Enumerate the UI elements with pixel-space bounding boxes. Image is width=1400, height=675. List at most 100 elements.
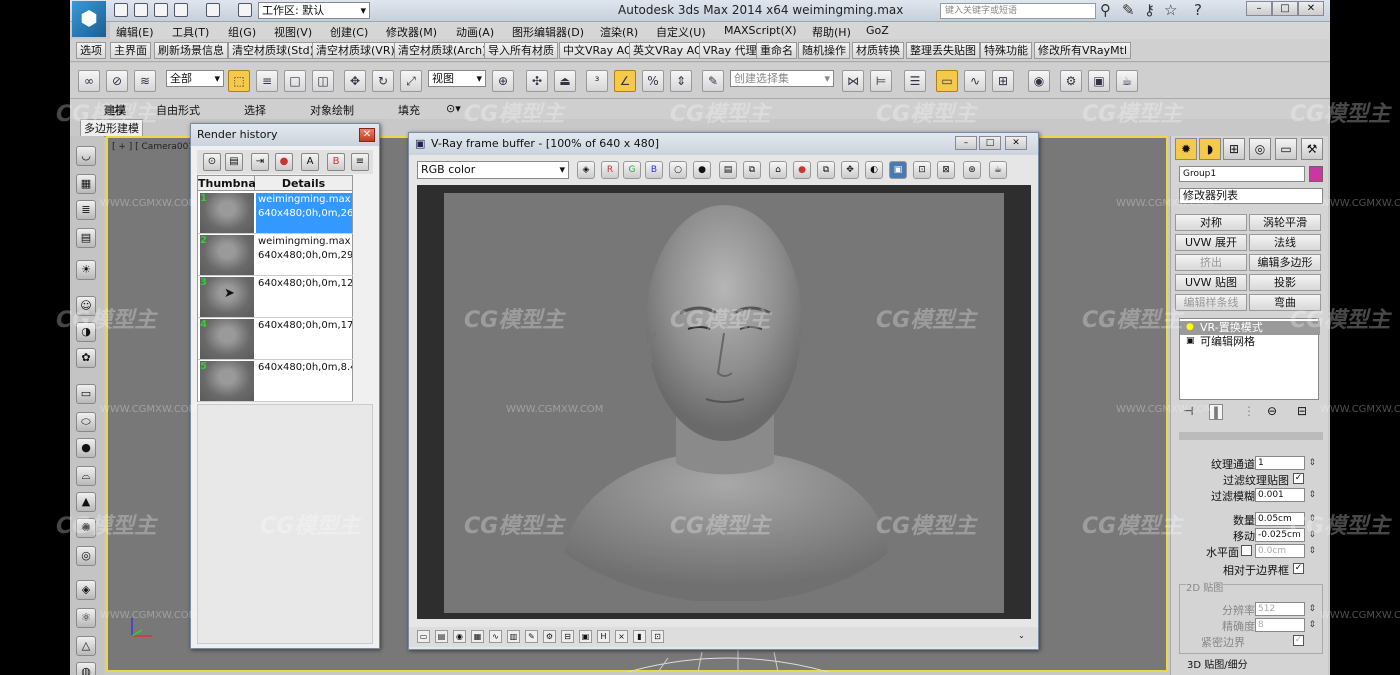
character-icon[interactable]: ☺ xyxy=(76,296,96,316)
vray-frame-buffer-window[interactable]: V-Ray frame buffer - [100% of 640 x 480]… xyxy=(408,132,1039,650)
select-manipulate-icon[interactable]: ✣ xyxy=(526,70,548,92)
vfb-title[interactable]: V-Ray frame buffer - [100% of 640 x 480] xyxy=(409,133,1038,155)
vfb-maximize-button[interactable]: □ xyxy=(979,136,1001,150)
modifier-projection-button[interactable]: 投影 xyxy=(1249,274,1321,291)
modifier-uvw-unwrap-button[interactable]: UVW 展开 xyxy=(1175,234,1247,251)
vfb-mono-icon[interactable]: ● xyxy=(693,161,711,179)
ribbon-tab-object-paint[interactable]: 对象绘制 xyxy=(310,102,354,118)
ribbon-tab-selection[interactable]: 选择 xyxy=(244,102,266,118)
shortcut-material-convert-button[interactable]: 材质转换 xyxy=(852,42,904,59)
cone-icon[interactable]: ▲ xyxy=(76,492,96,512)
vfb-green-channel-icon[interactable]: G xyxy=(623,161,641,179)
modifier-stack[interactable]: VR-置换模式 可编辑网格 ● ▣ xyxy=(1179,318,1320,400)
water-level-checkbox[interactable] xyxy=(1241,545,1252,556)
menu-tools[interactable]: 工具(T) xyxy=(172,24,209,40)
vfb-duplicate-icon[interactable]: ⧉ xyxy=(817,161,835,179)
shortcut-options-button[interactable]: 选项 xyxy=(76,42,106,59)
project-icon[interactable] xyxy=(238,3,252,17)
rotate-icon[interactable]: ↻ xyxy=(372,70,394,92)
history-row[interactable]: 4 640x480;0h,0m,17.3 xyxy=(198,318,353,360)
help-icon[interactable]: ? xyxy=(1194,3,1202,18)
amount-spinner[interactable]: 0.05cm xyxy=(1255,512,1316,526)
menu-customize[interactable]: 自定义(U) xyxy=(656,24,706,40)
schematic-view-icon[interactable]: ⊞ xyxy=(992,70,1014,92)
modifier-normal-button[interactable]: 法线 xyxy=(1249,234,1321,251)
filter-blur-spinner[interactable]: 0.001 xyxy=(1255,488,1316,502)
vfb-info-icon[interactable]: ⊡ xyxy=(651,630,664,643)
render-history-title[interactable]: Render history xyxy=(191,124,379,146)
shortcut-special-button[interactable]: 特殊功能 xyxy=(980,42,1032,59)
torus-icon[interactable]: ◎ xyxy=(76,546,96,566)
layer-manager-icon[interactable]: ☰ xyxy=(904,70,926,92)
tight-bounds-checkbox[interactable]: ✓ xyxy=(1293,635,1304,646)
vfb-teapot-icon[interactable]: ☕ xyxy=(989,161,1007,179)
vfb-close-button[interactable]: ✕ xyxy=(1005,136,1027,150)
vfb-settings-icon[interactable]: ⚙ xyxy=(543,630,556,643)
list-icon[interactable]: ≣ xyxy=(76,200,96,220)
grid-icon[interactable]: ▤ xyxy=(76,228,96,248)
move-icon[interactable]: ✥ xyxy=(344,70,366,92)
maximize-button[interactable]: □ xyxy=(1272,1,1298,16)
menu-views[interactable]: 视图(V) xyxy=(274,24,312,40)
shortcut-clear-arch-button[interactable]: 清空材质球(Arch) xyxy=(394,42,491,59)
vfb-histogram-icon[interactable]: ▥ xyxy=(507,630,520,643)
geosphere-icon[interactable]: ● xyxy=(76,438,96,458)
precision-spinner[interactable]: 8 xyxy=(1255,618,1316,632)
menu-group[interactable]: 组(G) xyxy=(228,24,256,40)
globe-icon[interactable]: ◍ xyxy=(76,662,96,675)
material-editor-icon[interactable]: ◉ xyxy=(1028,70,1050,92)
rendered-frame-window-icon[interactable]: ▣ xyxy=(1088,70,1110,92)
vfb-canvas[interactable] xyxy=(417,185,1031,619)
shortcut-refresh-scene-button[interactable]: 刷新场景信息 xyxy=(154,42,228,59)
vfb-history-icon[interactable]: ▣ xyxy=(579,630,592,643)
vfb-render-icon[interactable]: ⊠ xyxy=(937,161,955,179)
vfb-compare-icon[interactable]: ⊟ xyxy=(561,630,574,643)
vfb-levels-icon[interactable]: ▤ xyxy=(435,630,448,643)
menu-modifiers[interactable]: 修改器(M) xyxy=(386,24,437,40)
history-row[interactable]: 2 weimingming.max 640x480;0h,0m,29.6 xyxy=(198,234,353,276)
display-tab-icon[interactable]: ▭ xyxy=(1275,138,1297,160)
resolution-spinner[interactable]: 512 xyxy=(1255,602,1316,616)
vfb-region-icon[interactable]: ◐ xyxy=(865,161,883,179)
history-row[interactable]: 1 weimingming.max 640x480;0h,0m,26.3 xyxy=(198,192,353,234)
history-b-icon[interactable]: B xyxy=(327,153,345,171)
modify-tab-icon[interactable]: ◗ xyxy=(1199,138,1221,160)
binoculars-icon[interactable]: ⚲ xyxy=(1100,3,1111,18)
vfb-pixel-info-icon[interactable]: ✎ xyxy=(525,630,538,643)
modifier-uvw-map-button[interactable]: UVW 贴图 xyxy=(1175,274,1247,291)
scale-icon[interactable]: ⤢ xyxy=(400,70,422,92)
menu-edit[interactable]: 编辑(E) xyxy=(116,24,154,40)
relative-to-bbox-checkbox[interactable]: ✓ xyxy=(1293,563,1304,574)
menu-rendering[interactable]: 渲染(R) xyxy=(600,24,638,40)
percent-snap-icon[interactable]: % xyxy=(642,70,664,92)
vfb-exposure-icon[interactable]: ◉ xyxy=(453,630,466,643)
history-delete-icon[interactable]: ● xyxy=(275,153,293,171)
redo-icon[interactable] xyxy=(206,3,220,17)
stack-item-editable-mesh[interactable]: 可编辑网格 xyxy=(1180,335,1320,349)
viewport-icon[interactable]: ▦ xyxy=(76,174,96,194)
light-icon[interactable]: ☀ xyxy=(76,260,96,280)
shortcut-vray-proxy-button[interactable]: VRay 代理 xyxy=(699,42,761,59)
angle-snap-icon[interactable]: ∠ xyxy=(614,70,636,92)
shift-spinner[interactable]: -0.025cm xyxy=(1255,528,1316,542)
ribbon-tab-modeling[interactable]: 建模 xyxy=(104,102,126,118)
vfb-curve-icon[interactable]: ∿ xyxy=(489,630,502,643)
object-color-swatch[interactable] xyxy=(1309,166,1323,182)
key-icon[interactable]: ⚷ xyxy=(1144,3,1155,18)
vfb-minimize-button[interactable]: – xyxy=(955,136,977,150)
ribbon-tab-populate[interactable]: 填充 xyxy=(398,102,420,118)
shortcut-clear-std-button[interactable]: 清空材质球(Std) xyxy=(228,42,318,59)
named-selection-dropdown[interactable]: 创建选择集 xyxy=(730,70,834,87)
max-logo-icon[interactable]: ⬢ xyxy=(72,1,106,37)
modifier-edit-poly-button[interactable]: 编辑多边形 xyxy=(1249,254,1321,271)
sun-icon[interactable]: ✺ xyxy=(76,518,96,538)
motion-tab-icon[interactable]: ◎ xyxy=(1249,138,1271,160)
vfb-clear-icon[interactable]: ● xyxy=(793,161,811,179)
box-icon[interactable]: ▭ xyxy=(76,384,96,404)
make-unique-icon[interactable]: ⋮ xyxy=(1243,404,1255,418)
lightbulb-icon[interactable]: ● xyxy=(1186,322,1194,332)
menu-maxscript[interactable]: MAXScript(X) xyxy=(724,24,797,37)
column-thumbnail[interactable]: Thumbnai xyxy=(198,176,260,191)
history-row[interactable]: 5 640x480;0h,0m,8.4s xyxy=(198,360,353,402)
save-icon[interactable] xyxy=(154,3,168,17)
